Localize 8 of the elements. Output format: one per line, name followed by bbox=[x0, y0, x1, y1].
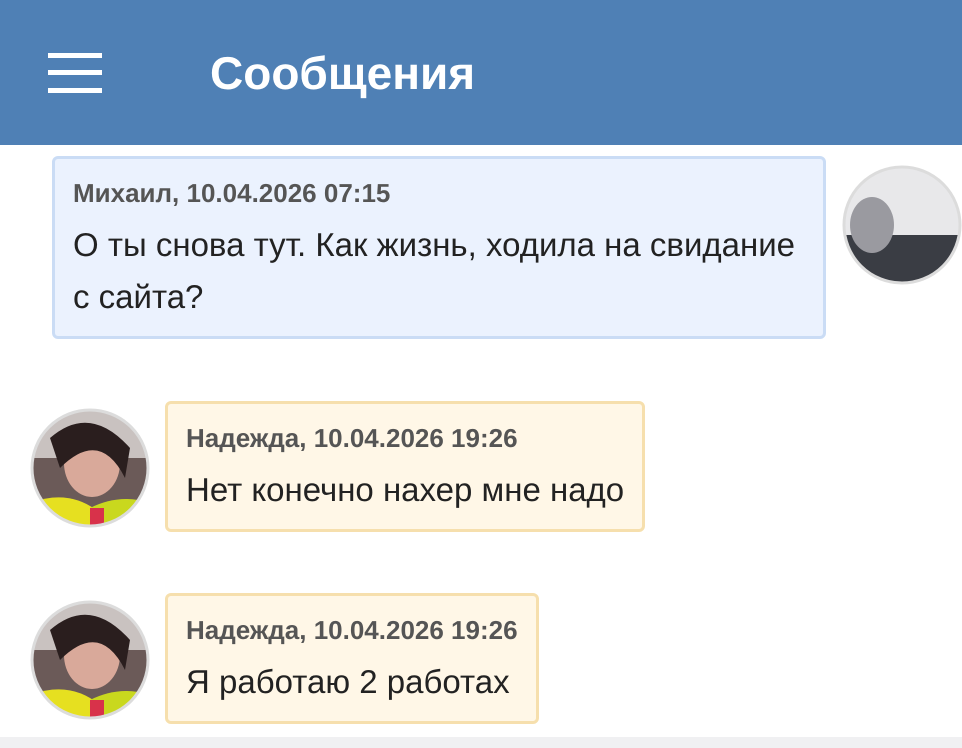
message-text: О ты снова тут. Как жизнь, ходила на свидание с сайта? bbox=[73, 225, 796, 317]
message-meta: Надежда, 10.04.2026 19:26 bbox=[186, 422, 519, 455]
message-meta: Михаил, 10.04.2026 07:15 bbox=[73, 177, 392, 210]
message-text: Нет конечно нахер мне надо bbox=[186, 470, 624, 510]
message-meta: Надежда, 10.04.2026 19:26 bbox=[186, 614, 518, 647]
page-title: Сообщения bbox=[210, 46, 476, 100]
menu-icon[interactable] bbox=[48, 52, 102, 92]
message-text: Я работаю 2 работах bbox=[186, 662, 511, 702]
